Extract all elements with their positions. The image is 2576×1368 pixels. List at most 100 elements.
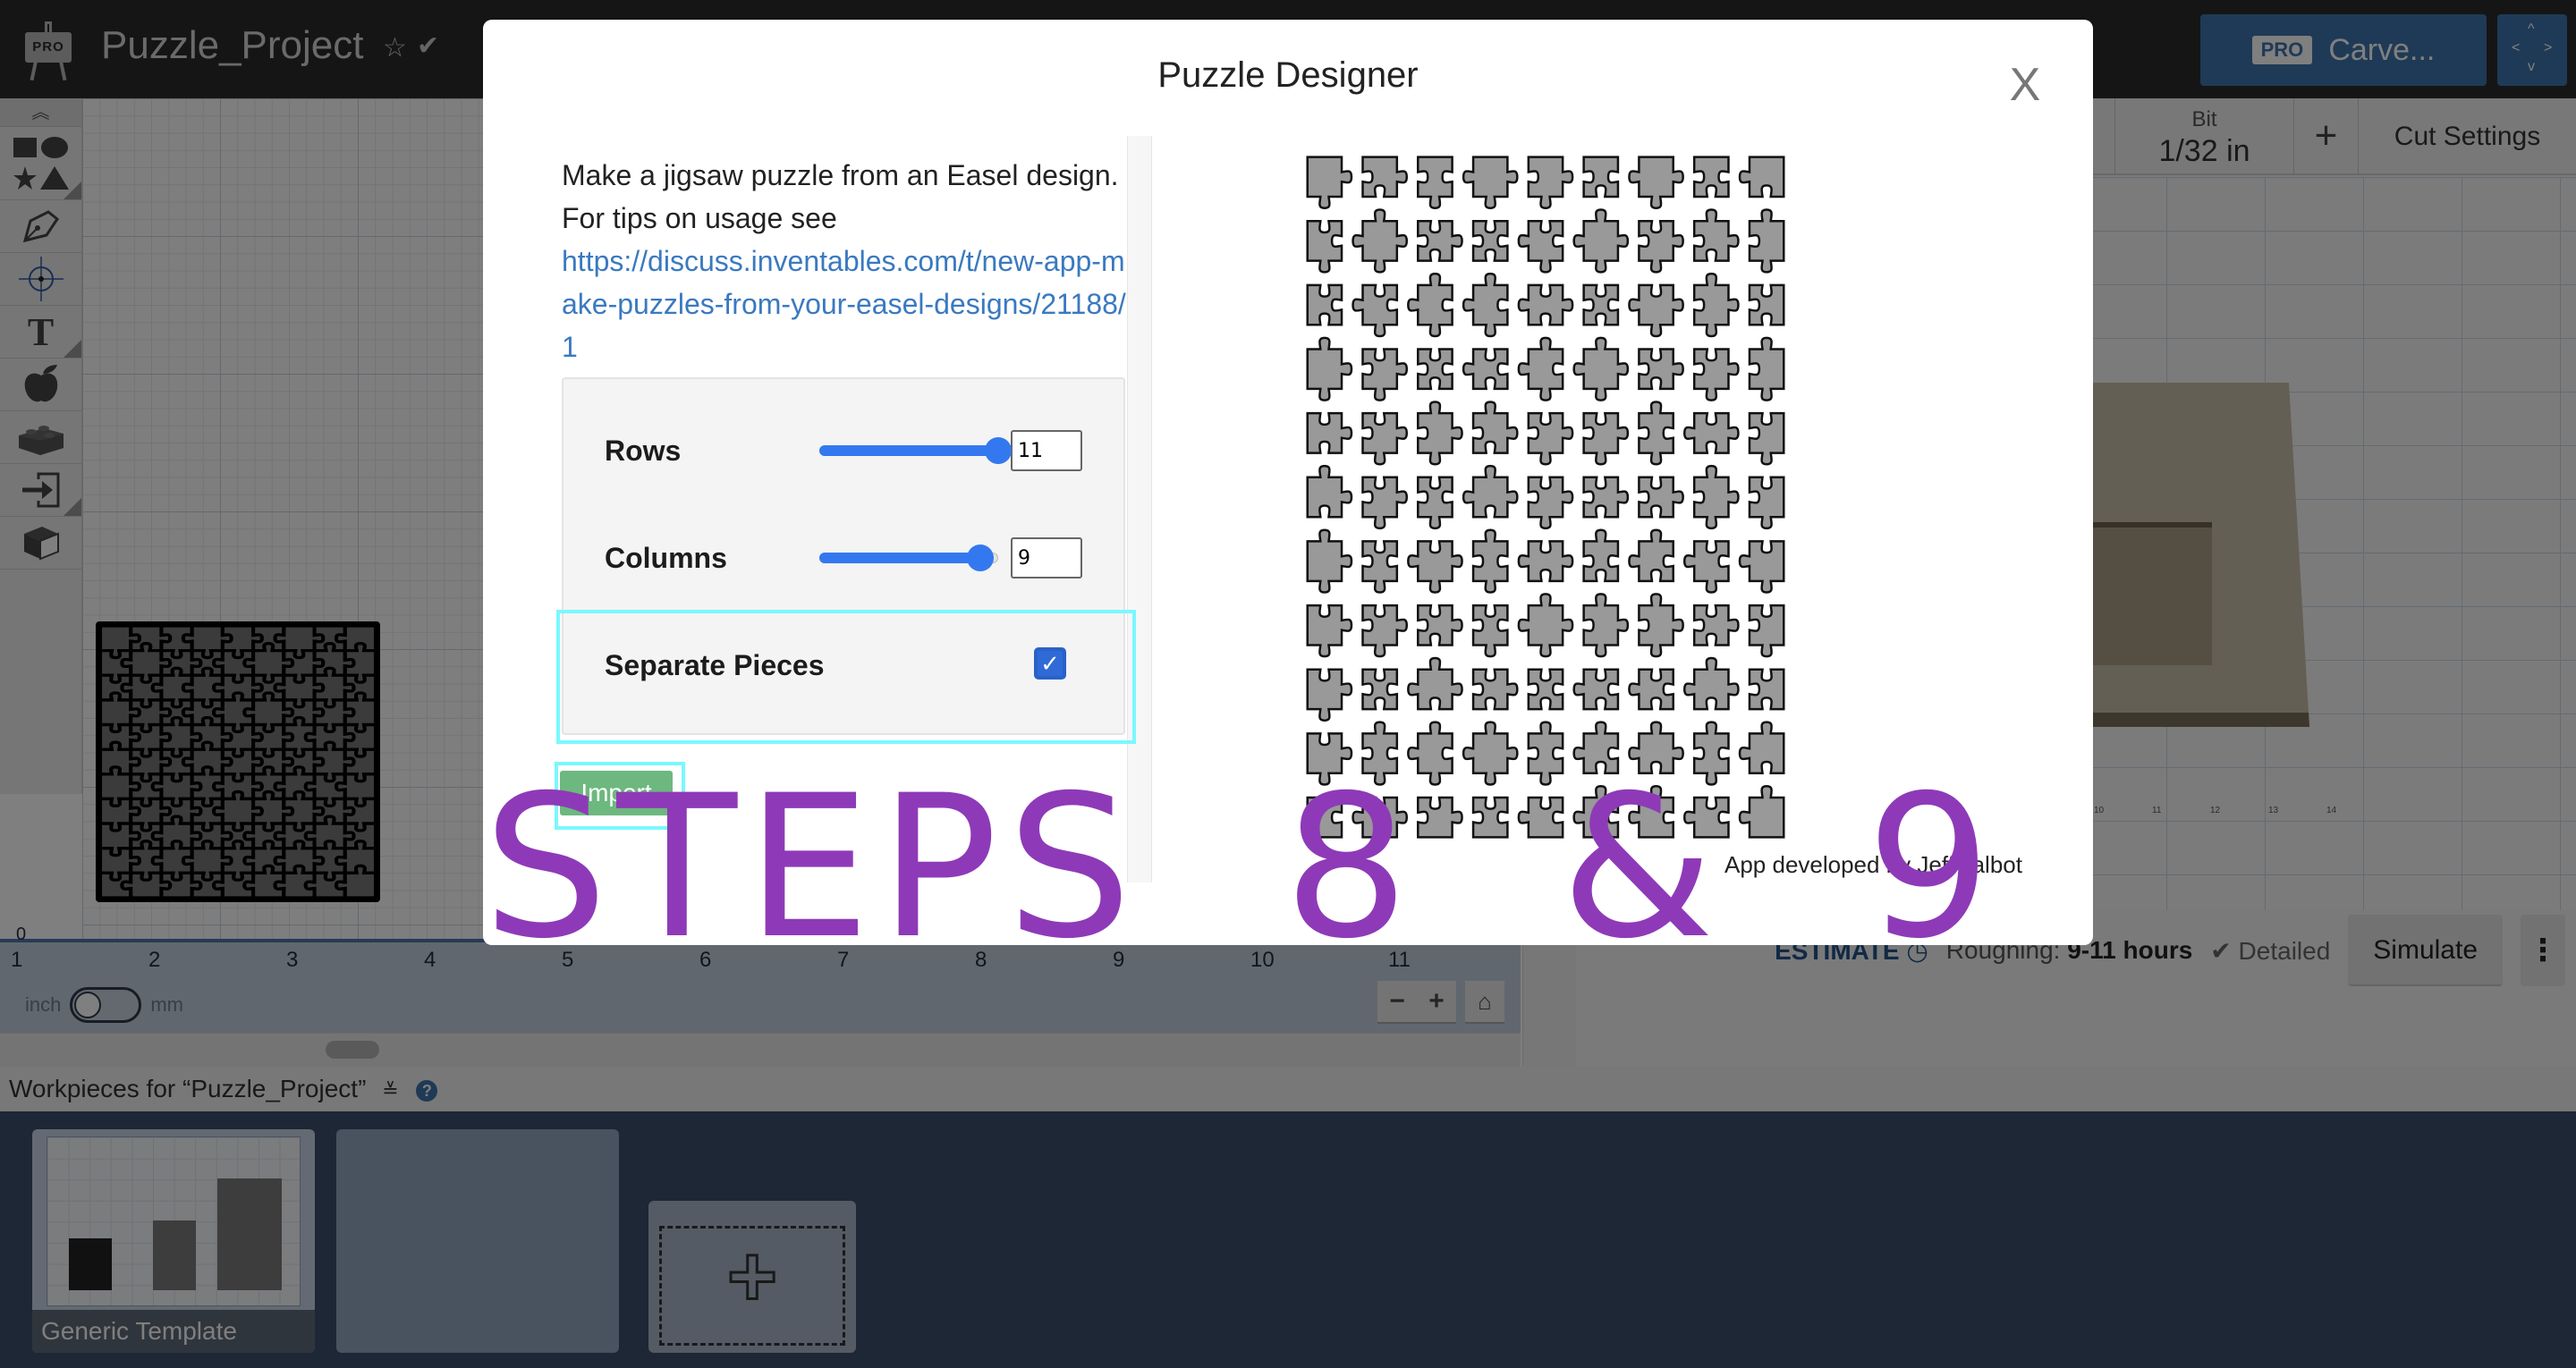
puzzle-piece: [1638, 476, 1684, 519]
columns-input[interactable]: [1011, 537, 1082, 578]
intro-line-2: For tips on usage see: [562, 202, 837, 234]
puzzle-piece: [1407, 656, 1463, 711]
columns-setting: Columns: [605, 531, 1106, 585]
puzzle-piece: [1527, 156, 1574, 209]
puzzle-piece: [1306, 668, 1353, 722]
puzzle-piece: [1471, 401, 1519, 454]
puzzle-piece: [1417, 476, 1453, 530]
puzzle-piece: [1306, 219, 1343, 274]
puzzle-piece: [1462, 348, 1509, 391]
puzzle-piece: [1628, 528, 1674, 583]
puzzle-piece: [1361, 476, 1409, 530]
puzzle-piece: [1361, 668, 1399, 711]
puzzle-piece: [1417, 156, 1453, 209]
puzzle-piece: [1471, 219, 1509, 262]
puzzle-piece: [1748, 476, 1785, 530]
puzzle-piece: [1692, 208, 1740, 262]
puzzle-piece: [1517, 336, 1564, 401]
puzzle-piece: [1638, 593, 1684, 658]
puzzle-piece: [1738, 540, 1785, 594]
puzzle-piece: [1361, 348, 1409, 401]
annotation-steps-text: STEPS 8 & 9: [483, 753, 2001, 982]
puzzle-piece: [1417, 219, 1463, 262]
annotation-highlight-separate: [556, 610, 1136, 744]
puzzle-piece: [1527, 411, 1574, 466]
puzzle-piece: [1306, 336, 1353, 401]
puzzle-piece: [1417, 604, 1463, 646]
rows-label: Rows: [605, 434, 682, 467]
puzzle-piece: [1527, 476, 1574, 530]
puzzle-piece: [1407, 540, 1463, 594]
puzzle-piece: [1517, 593, 1574, 658]
puzzle-piece: [1692, 464, 1740, 530]
puzzle-piece: [1517, 283, 1574, 326]
modal-title: Puzzle Designer: [1157, 55, 1419, 95]
puzzle-piece: [1738, 156, 1785, 198]
puzzle-piece: [1748, 668, 1785, 711]
puzzle-piece: [1471, 668, 1519, 711]
puzzle-piece: [1582, 528, 1620, 583]
puzzle-piece: [1638, 219, 1684, 274]
puzzle-piece: [1582, 411, 1630, 466]
intro-text: Make a jigsaw puzzle from an Easel desig…: [562, 154, 1134, 368]
puzzle-piece: [1582, 476, 1630, 519]
puzzle-piece: [1748, 411, 1785, 466]
puzzle-piece: [1638, 348, 1684, 391]
puzzle-piece: [1682, 411, 1740, 454]
puzzle-piece: [1471, 528, 1509, 594]
puzzle-piece: [1417, 348, 1453, 391]
puzzle-piece: [1628, 283, 1684, 338]
puzzle-piece: [1527, 668, 1564, 711]
puzzle-piece: [1361, 411, 1409, 466]
puzzle-piece: [1692, 604, 1740, 646]
columns-slider-thumb[interactable]: [967, 545, 994, 571]
puzzle-preview: [1306, 156, 1785, 839]
puzzle-piece: [1638, 401, 1674, 466]
puzzle-piece: [1628, 668, 1674, 711]
puzzle-piece: [1628, 156, 1684, 209]
puzzle-piece: [1361, 604, 1409, 658]
puzzle-piece: [1306, 528, 1353, 594]
puzzle-piece: [1682, 656, 1740, 711]
puzzle-piece: [1462, 464, 1519, 519]
close-icon[interactable]: X: [2005, 61, 2045, 109]
rows-slider[interactable]: [819, 437, 1012, 464]
puzzle-piece: [1306, 156, 1353, 209]
puzzle-piece: [1692, 272, 1740, 338]
puzzle-piece: [1517, 540, 1574, 583]
tips-link[interactable]: https://discuss.inventables.com/t/new-ap…: [562, 240, 1134, 368]
puzzle-piece: [1748, 208, 1785, 274]
puzzle-piece: [1306, 411, 1353, 454]
puzzle-piece: [1582, 283, 1620, 326]
puzzle-piece: [1352, 208, 1409, 274]
puzzle-piece: [1692, 156, 1730, 198]
puzzle-piece: [1572, 668, 1620, 711]
puzzle-piece: [1352, 283, 1399, 338]
puzzle-piece: [1306, 604, 1353, 658]
puzzle-piece: [1582, 156, 1620, 198]
puzzle-piece: [1407, 272, 1453, 338]
puzzle-piece: [1748, 336, 1785, 401]
puzzle-piece: [1682, 540, 1730, 594]
puzzle-piece: [1572, 336, 1630, 401]
rows-setting: Rows: [605, 424, 1106, 477]
puzzle-piece: [1692, 348, 1740, 401]
puzzle-piece: [1517, 219, 1564, 274]
puzzle-piece: [1748, 283, 1785, 326]
columns-slider[interactable]: [819, 545, 998, 571]
puzzle-piece: [1462, 272, 1509, 338]
puzzle-piece: [1582, 593, 1630, 658]
puzzle-piece: [1471, 604, 1509, 658]
puzzle-piece: [1572, 208, 1630, 274]
puzzle-piece: [1361, 156, 1409, 198]
puzzle-piece: [1748, 604, 1785, 658]
puzzle-piece: [1306, 283, 1343, 326]
columns-label: Columns: [605, 541, 727, 574]
rows-slider-thumb[interactable]: [985, 437, 1012, 464]
rows-input[interactable]: [1011, 430, 1082, 471]
puzzle-piece: [1361, 540, 1399, 594]
intro-line-1: Make a jigsaw puzzle from an Easel desig…: [562, 159, 1119, 191]
puzzle-piece: [1462, 156, 1519, 209]
puzzle-piece: [1417, 401, 1463, 466]
puzzle-piece: [1306, 464, 1353, 519]
